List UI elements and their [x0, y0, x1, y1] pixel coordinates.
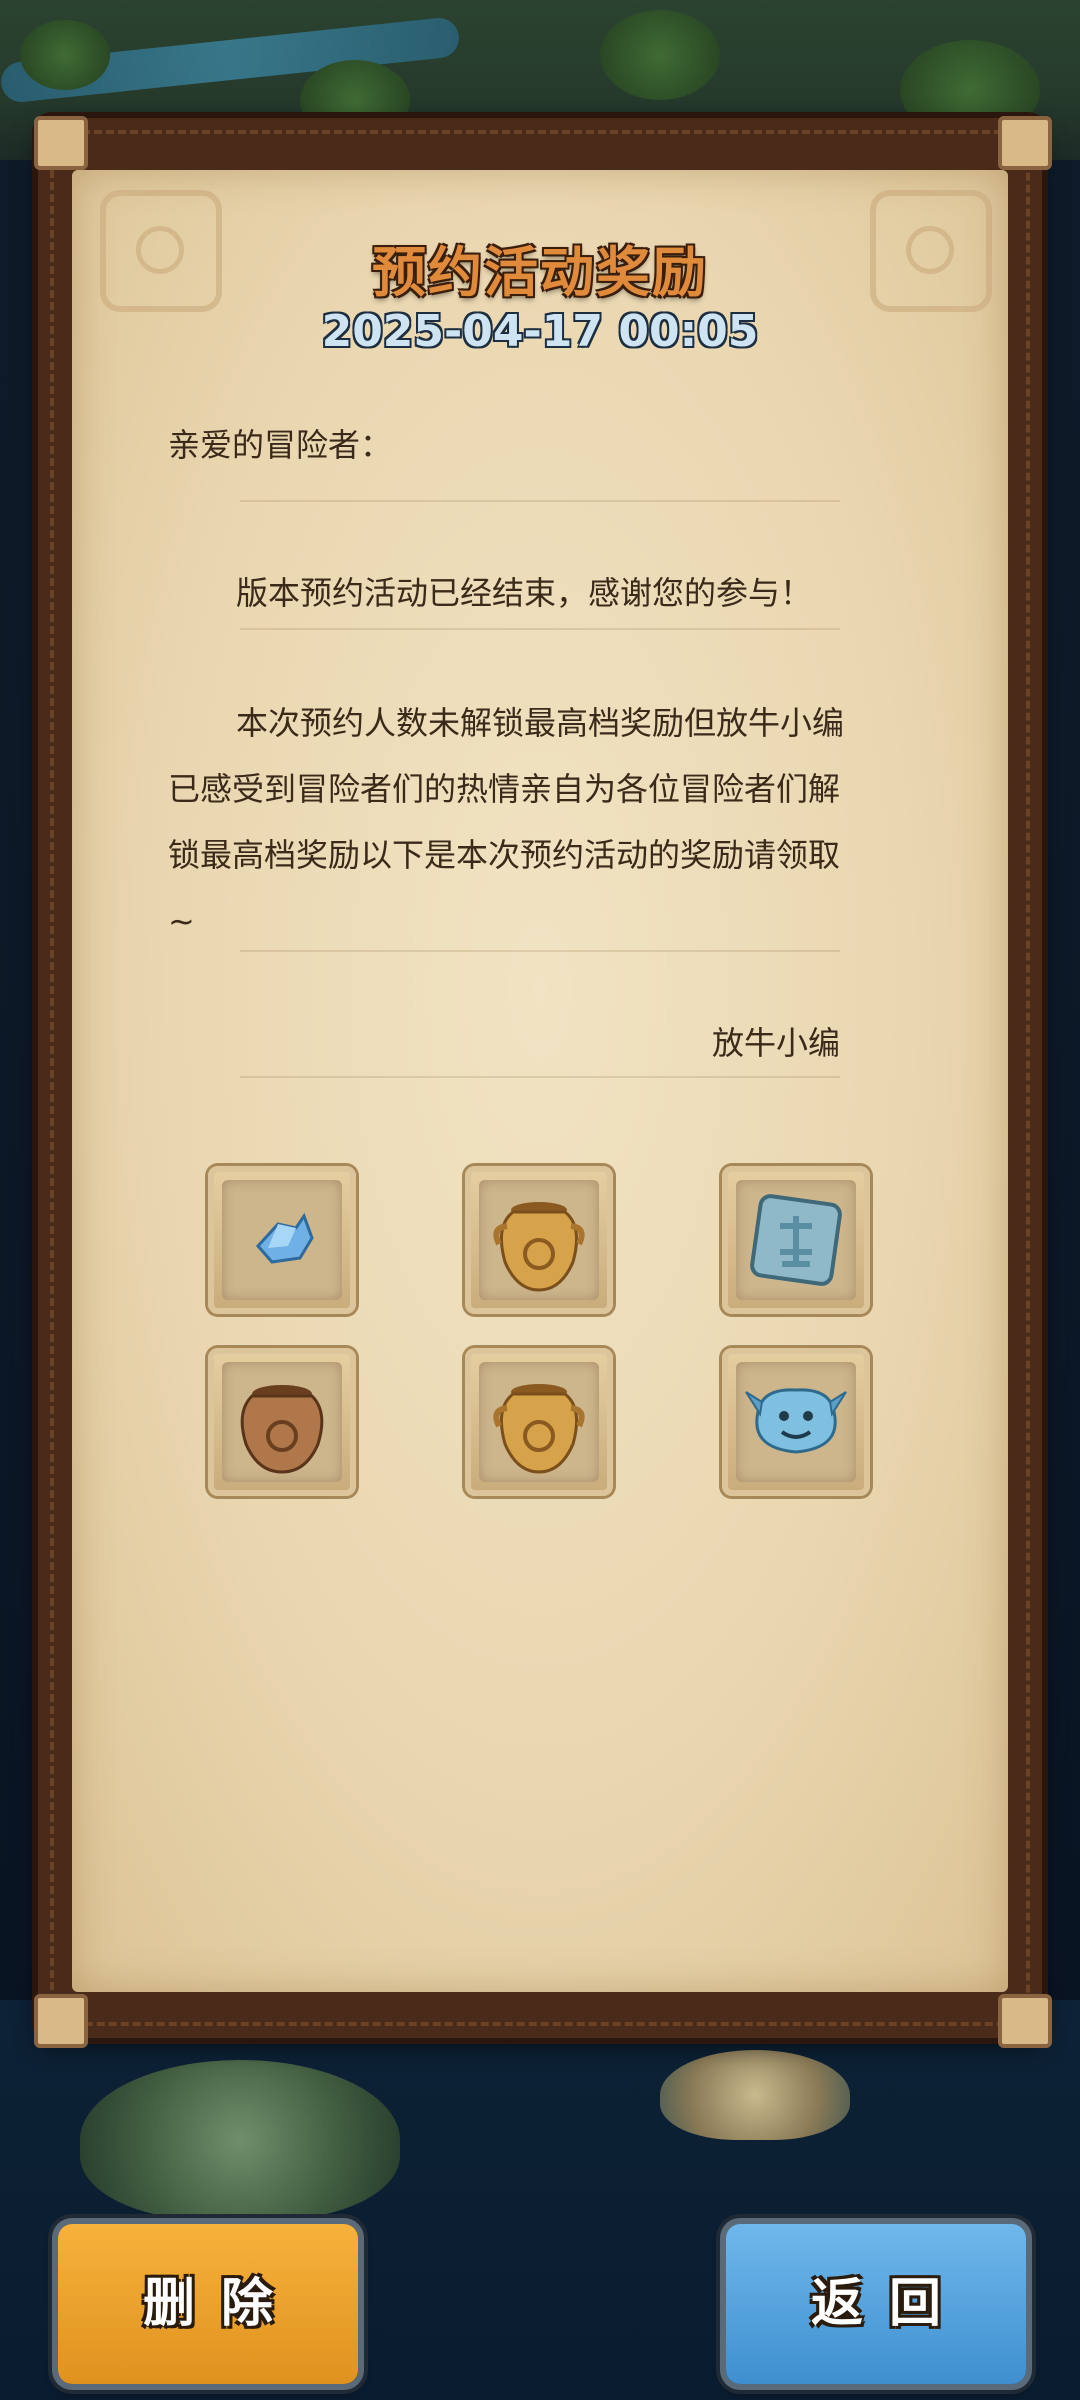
map-island — [660, 2050, 850, 2140]
reward-slot[interactable] — [208, 1166, 356, 1314]
letter-paragraph: 本次预约人数未解锁最高档奖励但放牛小编已感受到冒险者们的热情亲自为各位冒险者们解… — [168, 704, 845, 940]
blue-slime-icon — [745, 1388, 847, 1454]
frame-corner — [998, 1994, 1052, 2048]
paper-rule — [240, 628, 840, 630]
paper-rule — [240, 1076, 840, 1078]
reward-slot[interactable] — [465, 1166, 613, 1314]
frame-corner — [998, 116, 1052, 170]
map-tree — [600, 10, 720, 100]
golden-jar-icon — [493, 1202, 585, 1292]
blue-crystal-icon — [255, 1212, 314, 1264]
reward-slot[interactable] — [722, 1166, 870, 1314]
paper-rule — [240, 500, 840, 502]
frame-corner — [34, 116, 88, 170]
delete-button-label: 删除 — [142, 2274, 299, 2334]
letter-paragraph: 版本预约活动已经结束，感谢您的参与！ — [236, 574, 813, 612]
rune-stone-icon — [750, 1194, 842, 1286]
frame-corner — [34, 1994, 88, 2048]
letter-greeting: 亲爱的冒险者： — [168, 426, 393, 464]
golden-jar-icon — [493, 1384, 585, 1474]
map-tree — [20, 20, 110, 90]
bronze-jar-icon — [240, 1385, 324, 1474]
back-button[interactable]: 返回 — [726, 2224, 1026, 2384]
reward-slot[interactable] — [722, 1348, 870, 1496]
back-button-label: 返回 — [810, 2274, 967, 2334]
delete-button[interactable]: 删除 — [58, 2224, 358, 2384]
letter-signature: 放牛小编 — [711, 1024, 840, 1062]
reward-slot[interactable] — [465, 1348, 613, 1496]
letter-date: 2025-04-17 00:05 — [321, 306, 759, 357]
map-island — [80, 2060, 400, 2220]
letter-title: 预约活动奖励 — [372, 241, 708, 304]
reward-slot[interactable] — [208, 1348, 356, 1496]
